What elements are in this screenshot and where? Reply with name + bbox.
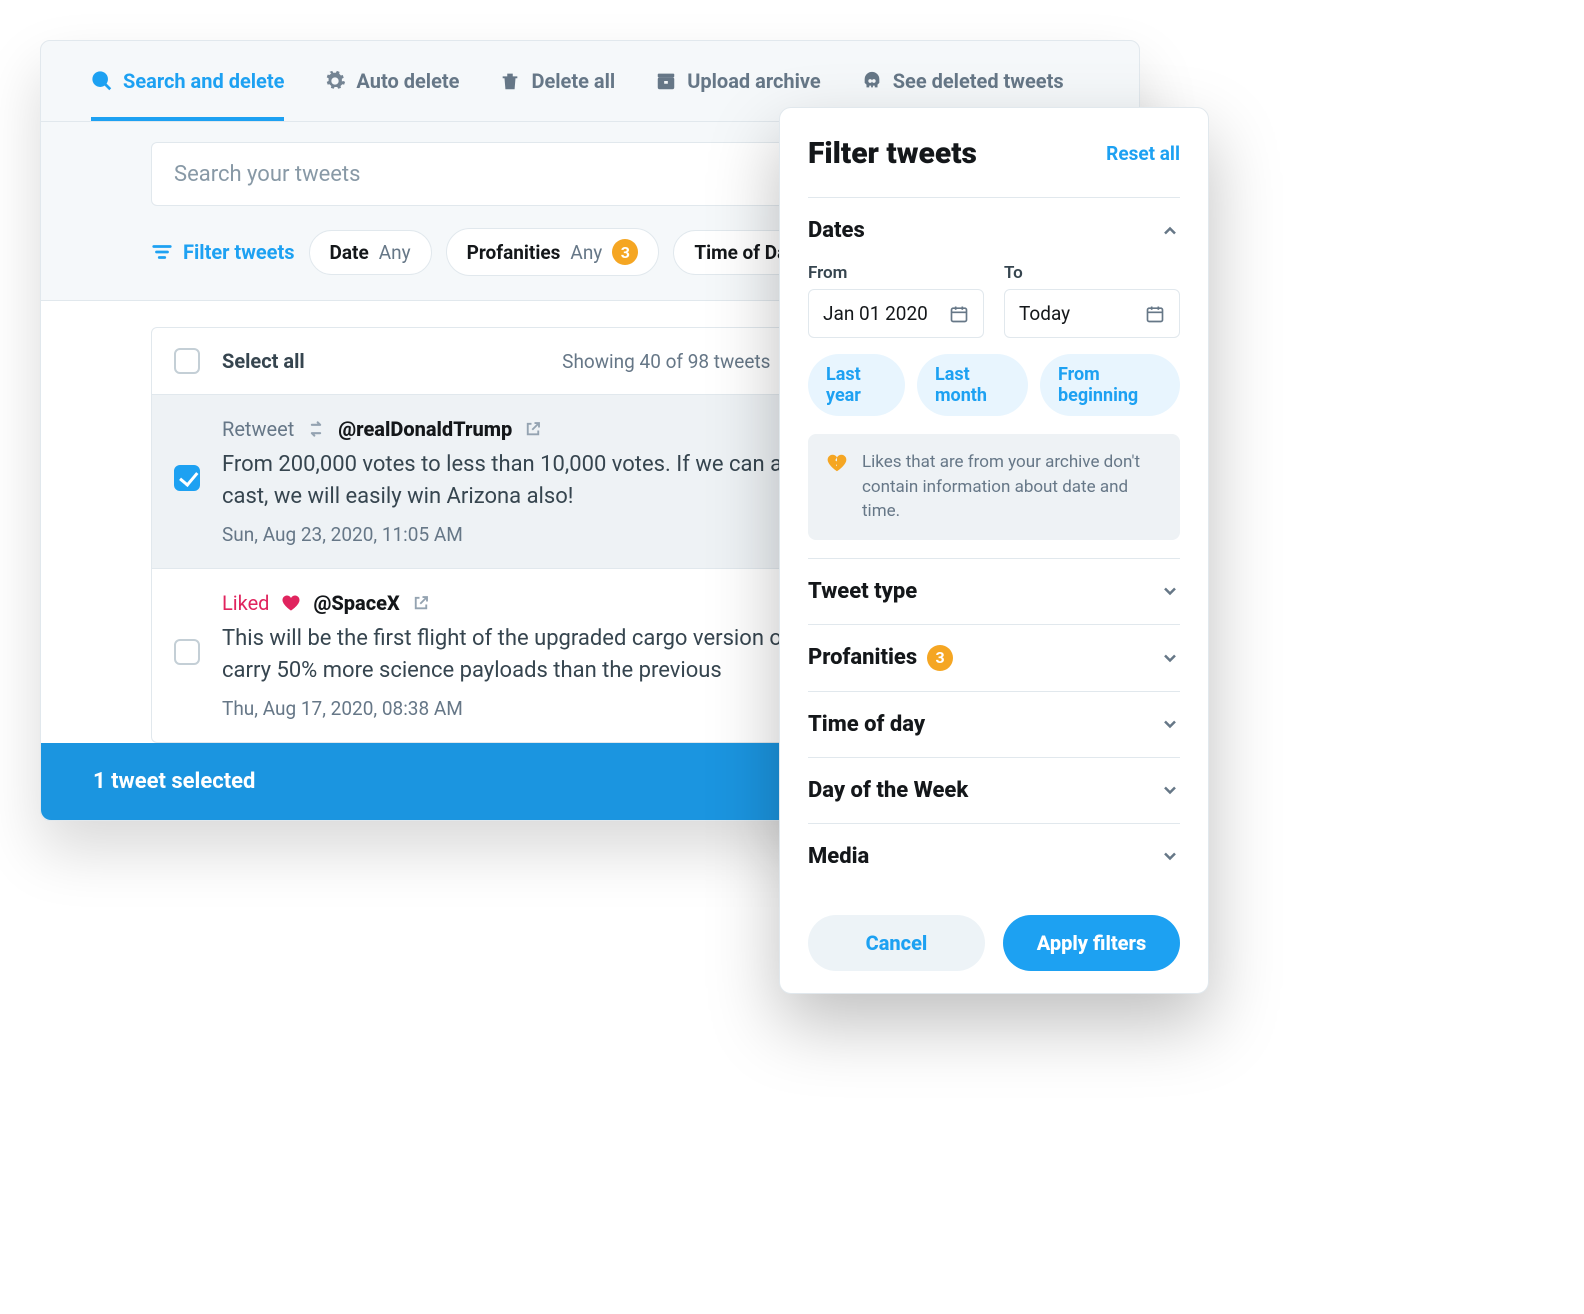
chip-key: Profanities	[467, 241, 561, 264]
section-title: Time of day	[808, 712, 925, 737]
archive-notice: Likes that are from your archive don't c…	[808, 434, 1180, 540]
cancel-button[interactable]: Cancel	[808, 915, 985, 971]
tweet-user: @realDonaldTrump	[338, 417, 512, 441]
chip-val: Any	[570, 241, 602, 264]
upload-archive-icon	[655, 70, 677, 92]
tweet-kind: Retweet	[222, 417, 294, 441]
chip-val: Any	[379, 241, 411, 264]
gear-icon	[324, 70, 346, 92]
calendar-icon	[1145, 304, 1165, 324]
chip-date[interactable]: Date Any	[309, 230, 432, 275]
panel-title: Filter tweets	[808, 136, 977, 171]
from-label: From	[808, 263, 984, 283]
chevron-down-icon	[1160, 780, 1180, 800]
section-title: Dates	[808, 218, 865, 243]
section-title: Day of the Week	[808, 778, 968, 803]
section-title: Tweet type	[808, 579, 917, 604]
tweet-user: @SpaceX	[313, 591, 399, 615]
section-title: Media	[808, 844, 869, 869]
tab-label: Delete all	[531, 69, 615, 93]
section-title: Profanities 3	[808, 645, 953, 671]
filter-icon	[151, 241, 173, 263]
notice-text: Likes that are from your archive don't c…	[862, 450, 1162, 524]
quick-from-beginning[interactable]: From beginning	[1040, 354, 1180, 416]
tab-label: Upload archive	[687, 69, 821, 93]
reset-all-link[interactable]: Reset all	[1106, 142, 1180, 165]
section-title-text: Profanities	[808, 645, 917, 670]
to-label: To	[1004, 263, 1180, 283]
showing-count: Showing 40 of 98 tweets	[562, 350, 770, 373]
from-date-input[interactable]: Jan 01 2020	[808, 289, 984, 338]
select-all-label: Select all	[222, 349, 305, 373]
tab-delete-all[interactable]: Delete all	[499, 41, 615, 121]
section-header-time-of-day[interactable]: Time of day	[808, 692, 1180, 757]
section-header-profanities[interactable]: Profanities 3	[808, 625, 1180, 691]
to-date-input[interactable]: Today	[1004, 289, 1180, 338]
chevron-down-icon	[1160, 714, 1180, 734]
quick-last-year[interactable]: Last year	[808, 354, 905, 416]
from-date-value: Jan 01 2020	[823, 302, 928, 325]
app-card: Search and delete Auto delete Delete all…	[40, 40, 1140, 821]
select-all-checkbox[interactable]	[174, 348, 200, 374]
tab-label: Auto delete	[356, 69, 459, 93]
chevron-down-icon	[1160, 846, 1180, 866]
retweet-icon	[306, 419, 326, 439]
chip-profanities[interactable]: Profanities Any 3	[446, 228, 660, 276]
chevron-up-icon	[1160, 221, 1180, 241]
to-date-value: Today	[1019, 302, 1070, 325]
section-header-dates[interactable]: Dates	[808, 198, 1180, 263]
heart-icon	[281, 593, 301, 613]
trash-icon	[499, 70, 521, 92]
external-link-icon[interactable]	[412, 594, 430, 612]
tweet-kind: Liked	[222, 591, 269, 615]
tab-search-delete[interactable]: Search and delete	[91, 41, 284, 121]
heart-broken-icon	[826, 452, 848, 474]
chevron-down-icon	[1160, 581, 1180, 601]
search-icon	[91, 70, 113, 92]
section-header-media[interactable]: Media	[808, 824, 1180, 889]
calendar-icon	[949, 304, 969, 324]
row-checkbox[interactable]	[174, 639, 200, 665]
row-checkbox[interactable]	[174, 465, 200, 491]
apply-filters-button[interactable]: Apply filters	[1003, 915, 1180, 971]
chevron-down-icon	[1160, 648, 1180, 668]
quick-last-month[interactable]: Last month	[917, 354, 1028, 416]
section-header-day-of-week[interactable]: Day of the Week	[808, 758, 1180, 823]
tab-auto-delete[interactable]: Auto delete	[324, 41, 459, 121]
external-link-icon[interactable]	[524, 420, 542, 438]
filter-tweets-toggle[interactable]: Filter tweets	[151, 240, 295, 264]
tab-label: Search and delete	[123, 69, 284, 93]
chip-key: Date	[330, 241, 369, 264]
section-dates: Dates From Jan 01 2020 To Today	[808, 197, 1180, 540]
filter-panel: Filter tweets Reset all Dates From Jan 0…	[779, 107, 1209, 994]
tab-label: See deleted tweets	[893, 69, 1064, 93]
profanities-badge: 3	[927, 645, 953, 671]
section-header-tweet-type[interactable]: Tweet type	[808, 559, 1180, 624]
skull-icon	[861, 70, 883, 92]
chip-badge: 3	[612, 239, 638, 265]
selection-count: 1 tweet selected	[93, 769, 255, 794]
filter-tweets-label: Filter tweets	[183, 240, 295, 264]
